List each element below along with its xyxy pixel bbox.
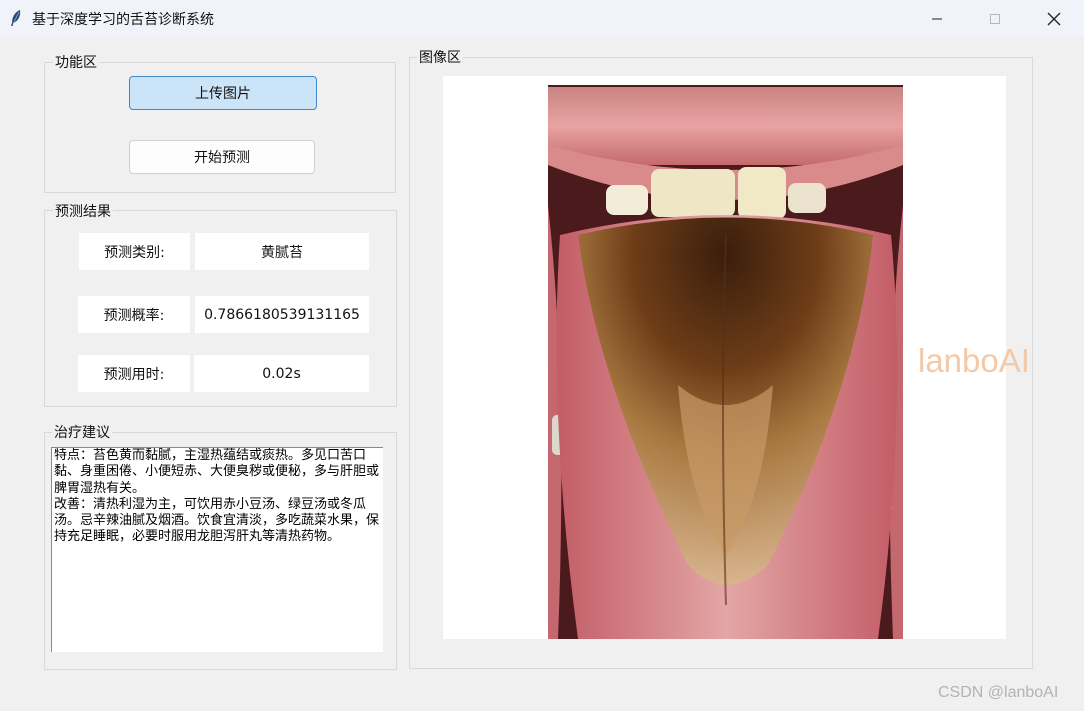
upload-image-button[interactable]: 上传图片 [129,76,317,110]
tongue-image [548,85,903,639]
maximize-icon [990,13,1000,24]
footer-watermark: CSDN @lanboAI [938,684,1059,701]
minimize-icon [932,18,942,19]
result-label-probability: 预测概率: [78,296,190,333]
result-label-category: 预测类别: [79,233,190,270]
title-bar: 基于深度学习的舌苔诊断系统 [0,0,1084,37]
feather-icon [11,10,21,26]
function-area-label: 功能区 [53,52,99,72]
advice-textbox[interactable]: 特点：苔色黄而黏腻，主湿热蕴结或痰热。多见口苦口黏、身重困倦、小便短赤、大便臭秽… [51,447,383,652]
image-area-label: 图像区 [417,47,463,67]
window-title: 基于深度学习的舌苔诊断系统 [32,12,214,28]
close-icon [1047,12,1061,25]
minimize-button[interactable] [914,0,960,37]
advice-label: 治疗建议 [52,422,112,442]
results-label: 预测结果 [53,201,113,221]
close-button[interactable] [1031,0,1077,37]
result-value-time: 0.02s [194,355,369,392]
result-value-probability: 0.7866180539131165 [195,296,369,333]
start-predict-button[interactable]: 开始预测 [129,140,315,174]
result-value-category: 黄腻苔 [195,233,369,270]
watermark-text: lanboAI [918,342,1030,379]
maximize-button[interactable] [972,0,1018,37]
result-label-time: 预测用时: [78,355,190,392]
